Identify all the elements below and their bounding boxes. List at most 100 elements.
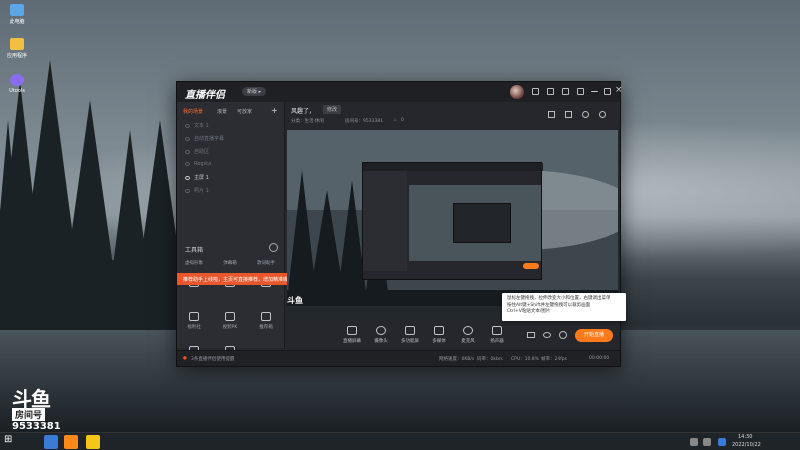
pine-trees [0, 60, 200, 340]
menu-icon[interactable] [577, 88, 584, 95]
douyu-logo: 斗鱼 [12, 387, 51, 411]
box-icon [261, 312, 271, 321]
start-live-button[interactable]: 开始直播 [575, 329, 613, 342]
computer-icon [10, 4, 24, 16]
house-icon [225, 312, 235, 321]
tab-my-scenes[interactable]: 我的场景 [183, 108, 203, 115]
eye-icon[interactable] [185, 136, 190, 141]
drag-tooltip: 鼠标左键拖拽，拉伸改变大小和位置，右键调出菜单 按住Alt键+Shift并左键拖… [502, 293, 626, 321]
tool-recommend[interactable]: 推荐箱 [253, 312, 279, 330]
taskbar-companion-icon[interactable] [64, 435, 78, 449]
sidebar-tabs: 我的场景 滚景 可放家 + [183, 106, 278, 118]
edit-tag[interactable]: 修改 [323, 105, 342, 114]
tool-lyrics[interactable]: 歌词助手 [253, 260, 279, 266]
desktop-icon-utools[interactable]: Utools [2, 74, 32, 94]
phone-icon [405, 326, 415, 335]
settings-icon[interactable] [547, 88, 554, 95]
desktop-icon-computer[interactable]: 此电脑 [2, 4, 32, 25]
start-icon[interactable]: ⊞ [4, 434, 18, 448]
room-label: 房间号 [12, 408, 46, 421]
avatar[interactable] [510, 85, 524, 99]
scene-item[interactable]: 照片 1 [185, 187, 275, 197]
preview-douyu-logo: 斗鱼 [287, 296, 303, 305]
scene-item[interactable]: 自动直播字幕 [185, 135, 275, 145]
heat-icon: ♨ [393, 117, 398, 123]
close-icon[interactable]: × [615, 85, 623, 95]
speaker-button[interactable]: 扬声器 [487, 326, 507, 344]
eye-icon[interactable] [185, 188, 190, 193]
tray-icon[interactable] [703, 438, 711, 446]
cpu-usage: CPU：10.8% [511, 357, 539, 362]
nested-window-preview [362, 162, 543, 280]
heat-count: 0 [401, 118, 404, 123]
share-icon[interactable] [599, 111, 606, 118]
screen-capture-button[interactable]: 直播屏幕 [342, 326, 362, 344]
bitrate: 码率：0kb/s [477, 357, 503, 362]
status-bar: ● 3条直播伴侣使用提醒 网络速度：0KB/s 码率：0kb/s CPU：10.… [177, 350, 620, 366]
gift-icon[interactable] [562, 88, 569, 95]
version-badge[interactable]: 新版 ▸ [242, 87, 267, 96]
desktop-icon-apps[interactable]: 应用程序 [2, 38, 32, 59]
tab-scenes[interactable]: 滚景 [217, 108, 227, 115]
desktop-icon-label: 应用程序 [6, 53, 27, 59]
taskbar-app-icon[interactable] [44, 435, 58, 449]
record-icon[interactable] [527, 332, 535, 338]
scene-item[interactable]: Regsta [185, 161, 275, 171]
eye-icon[interactable] [185, 161, 190, 166]
live-companion-window: 直播伴侣 新版 ▸ × 我的场景 滚景 可放家 + 文本 1 自动直播字幕 自助… [176, 81, 623, 367]
camera-button[interactable]: 摄像头 [371, 326, 391, 344]
title-bar: 直播伴侣 新版 ▸ × [177, 82, 623, 102]
add-scene-button[interactable]: + [271, 106, 278, 115]
taskbar-time[interactable]: 14:30 [738, 434, 752, 440]
fps: 帧率：24fps [541, 357, 568, 362]
warning-icon: ● [183, 356, 187, 361]
tray-icon[interactable] [690, 438, 698, 446]
play-icon [434, 326, 444, 335]
app-logo: 直播伴侣 [185, 90, 225, 101]
tab-more[interactable]: 可放家 [237, 108, 252, 115]
camera-icon [376, 326, 386, 335]
minimize-icon[interactable] [591, 88, 598, 92]
monitor-icon [347, 326, 357, 335]
stream-header: 风趣了， 修改 分类：生活·休闲 房间号：9533381 ♨ 0 [285, 102, 620, 132]
gift-icon[interactable] [548, 111, 555, 118]
reminder-link[interactable]: 3条直播伴侣使用提醒 [191, 356, 234, 362]
taskbar-date[interactable]: 2022/10/22 [732, 442, 761, 448]
tool-video-pk[interactable]: 视频PK [217, 312, 243, 330]
media-button[interactable]: 多媒体 [429, 326, 449, 344]
maximize-icon[interactable] [604, 88, 611, 95]
desktop-icon-label: Utools [9, 88, 25, 94]
category[interactable]: 分类：生活·休闲 [291, 118, 324, 124]
scene-item[interactable]: 主屏 1 [185, 174, 275, 184]
room-number: 9533381 [12, 421, 61, 432]
microphone-button[interactable]: 麦克风 [458, 326, 478, 344]
tray-icon[interactable] [718, 438, 726, 446]
tool-avatar[interactable]: 虚拟形象 [181, 260, 207, 266]
desktop-icon-label: 此电脑 [9, 19, 25, 25]
live-timer: 00:00:00 [589, 356, 610, 361]
tool-welfare[interactable]: 福利社 [181, 312, 207, 330]
taskbar-app-icon[interactable] [86, 435, 100, 449]
settings-icon[interactable] [559, 331, 567, 339]
microphone-icon [463, 326, 473, 335]
room-id: 房间号：9533381 [345, 119, 384, 124]
utools-icon [10, 74, 24, 86]
calendar-icon[interactable] [565, 111, 572, 118]
eye-icon[interactable] [185, 123, 190, 128]
bell-icon[interactable] [582, 111, 589, 118]
speaker-icon [492, 326, 502, 335]
eye-icon[interactable] [185, 175, 190, 180]
stream-title: 风趣了， [291, 108, 316, 115]
eye-icon[interactable] [543, 332, 551, 338]
eye-icon[interactable] [185, 149, 190, 154]
taskbar: ⊞ 14:30 2022/10/22 [0, 432, 800, 450]
gift-icon [189, 312, 199, 321]
scene-sidebar: 我的场景 滚景 可放家 + 文本 1 自动直播字幕 自助区 Regsta 主屏 … [177, 102, 285, 364]
scene-item[interactable]: 文本 1 [185, 122, 275, 132]
scene-item[interactable]: 自助区 [185, 148, 275, 158]
tool-danmu[interactable]: 弹幕箱 [217, 260, 243, 266]
message-icon[interactable] [532, 88, 539, 95]
more-icon[interactable] [269, 243, 278, 252]
multi-screen-button[interactable]: 多功能屏 [400, 326, 420, 344]
net-speed: 网络速度：0KB/s [439, 357, 475, 362]
